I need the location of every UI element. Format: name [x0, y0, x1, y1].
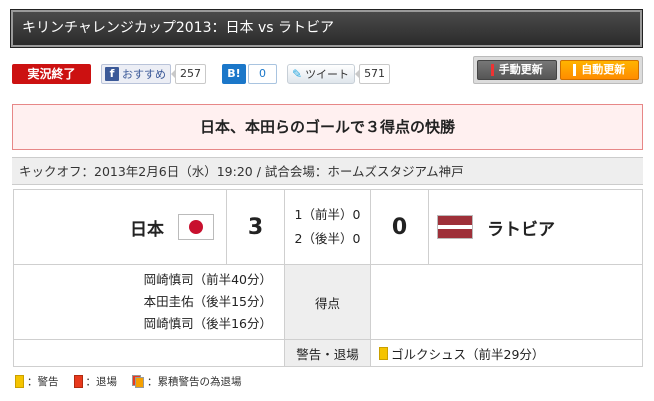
half-scores: 1（前半）0 2（後半）0 — [284, 189, 371, 265]
facebook-label: おすすめ — [122, 68, 166, 81]
away-team-name: ラトビア — [487, 219, 555, 240]
away-card-entry: ゴルクシュス（前半29分） — [391, 346, 545, 362]
match-headline: 日本、本田らのゴールで３得点の快勝 — [12, 104, 643, 150]
away-team-cell: ラトビア — [428, 189, 643, 265]
cards-label: 警告・退場 — [284, 339, 371, 367]
first-half-score: 1（前半）0 — [294, 207, 361, 222]
red-card-icon — [73, 375, 83, 388]
accumulated-card-icon — [132, 375, 144, 388]
manual-update-icon — [490, 64, 494, 76]
auto-update-label: 自動更新 — [581, 63, 626, 76]
yellow-card-icon — [379, 346, 388, 360]
twitter-share[interactable]: ✎ ツイート 571 — [287, 64, 391, 84]
home-scorer: 岡崎慎司（後半16分） — [143, 316, 272, 331]
facebook-count: 257 — [171, 64, 206, 84]
latvia-flag-icon — [437, 215, 473, 239]
auto-update-button[interactable]: 自動更新 — [559, 60, 639, 80]
card-legend: ：警告 ：退場 ：累積警告の為退場 — [15, 374, 253, 389]
yellow-card-icon — [15, 375, 24, 388]
tweet-button[interactable]: ✎ ツイート — [287, 64, 356, 84]
legend-accumulated: ：累積警告の為退場 — [147, 376, 242, 388]
away-score: 0 — [370, 189, 429, 265]
match-title-bar: キリンチャレンジカップ2013：日本 vs ラトビア — [10, 9, 643, 48]
home-scorer: 岡崎慎司（前半40分） — [143, 272, 272, 287]
tweet-label: ツイート — [305, 68, 350, 81]
home-team-name: 日本 — [130, 219, 164, 240]
legend-yellow: ：警告 — [27, 376, 59, 388]
auto-update-icon — [573, 64, 577, 76]
home-cards — [13, 339, 285, 367]
hatena-count: 0 — [248, 64, 277, 84]
tweet-count: 571 — [355, 64, 391, 84]
facebook-share[interactable]: f おすすめ 257 — [101, 64, 206, 84]
home-scorers: 岡崎慎司（前半40分） 本田圭佑（後半15分） 岡崎慎司（後半16分） — [13, 264, 285, 340]
facebook-recommend-button[interactable]: f おすすめ — [101, 64, 171, 84]
facebook-icon: f — [105, 67, 119, 81]
home-scorer: 本田圭佑（後半15分） — [143, 294, 272, 309]
status-badge: 実況終了 — [12, 64, 91, 84]
kickoff-info: キックオフ：2013年2月6日（水）19:20 / 試合会場：ホームズスタジアム… — [12, 157, 643, 185]
scoreboard: 日本 3 1（前半）0 2（後半）0 0 ラトビア 岡崎慎司（前半40分） 本田… — [13, 189, 643, 367]
manual-update-label: 手動更新 — [498, 63, 543, 76]
hatena-bookmark-button[interactable]: B! — [222, 64, 246, 84]
legend-red: ：退場 — [85, 376, 118, 388]
goals-row: 岡崎慎司（前半40分） 本田圭佑（後半15分） 岡崎慎司（後半16分） 得点 — [13, 264, 643, 340]
twitter-icon: ✎ — [292, 67, 303, 81]
manual-update-button[interactable]: 手動更新 — [477, 60, 557, 80]
away-cards: ゴルクシュス（前半29分） — [370, 339, 643, 367]
update-controls: 手動更新 自動更新 — [473, 56, 643, 84]
match-title: キリンチャレンジカップ2013：日本 vs ラトビア — [22, 20, 334, 36]
goals-label: 得点 — [284, 264, 371, 340]
japan-flag-icon — [178, 214, 214, 240]
second-half-score: 2（後半）0 — [294, 231, 361, 246]
cards-row: 警告・退場 ゴルクシュス（前半29分） — [13, 339, 643, 367]
away-scorers — [370, 264, 643, 340]
hatena-bookmark[interactable]: B! 0 — [222, 64, 277, 84]
score-row: 日本 3 1（前半）0 2（後半）0 0 ラトビア — [13, 189, 643, 265]
home-score: 3 — [226, 189, 285, 265]
home-team-cell: 日本 — [13, 189, 227, 265]
